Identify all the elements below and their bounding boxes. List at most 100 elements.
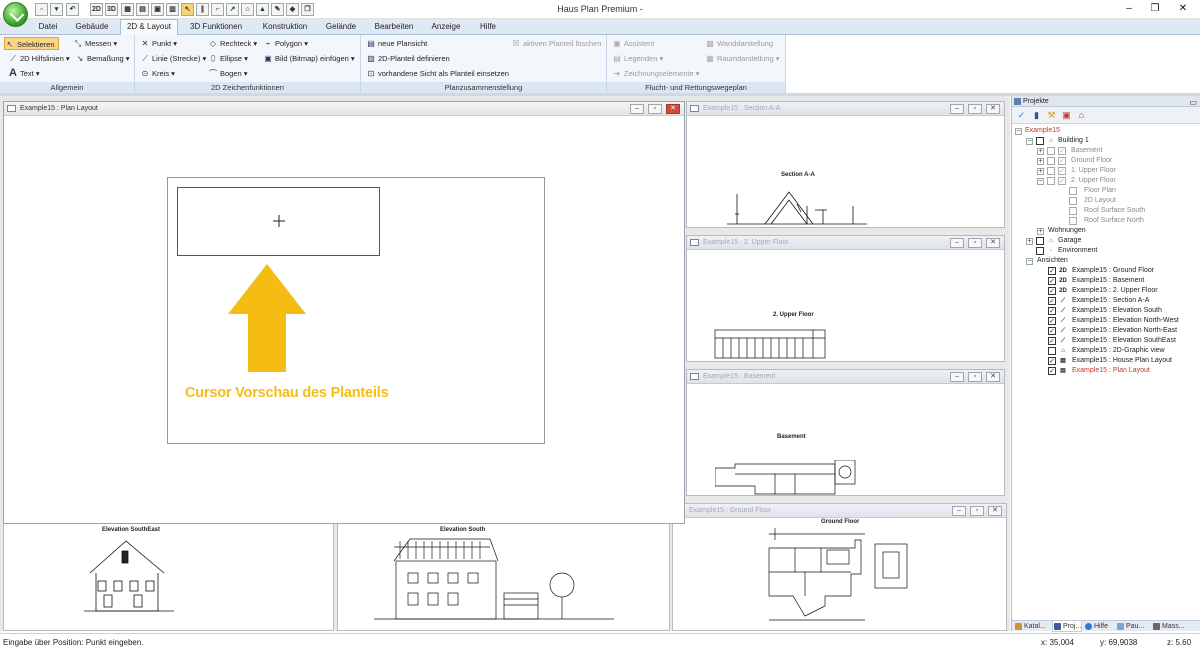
messen-button[interactable]: ⤡ Messen ▾ bbox=[73, 37, 117, 50]
checkbox[interactable]: ✓ bbox=[1048, 327, 1056, 335]
pane-minimize-icon[interactable]: – bbox=[950, 104, 964, 114]
tab-datei[interactable]: Datei bbox=[34, 20, 62, 35]
expand-icon[interactable]: + bbox=[1037, 168, 1044, 175]
pane-ground-floor[interactable]: Example15 : Ground Floor – ▫ ✕ Ground Floo… bbox=[672, 503, 1007, 631]
pane-maximize-icon[interactable]: ▫ bbox=[968, 372, 982, 382]
tree-view-item[interactable]: ⌂ Example15 : 2D-Graphic view bbox=[1048, 346, 1165, 356]
planteil-loeschen-button[interactable]: ☒ aktiven Planteil löschen bbox=[511, 37, 601, 50]
wanddarstellung-button[interactable]: ▩ Wanddarstellung bbox=[705, 37, 773, 50]
pane-upper-floor[interactable]: Example15 : 2. Upper Floor – ▫ ✕ 2. Upper … bbox=[686, 235, 1005, 362]
sicht-einsetzen-button[interactable]: ⊡ vorhandene Sicht als Planteil einsetzen bbox=[366, 67, 509, 80]
checkbox[interactable] bbox=[1069, 217, 1077, 225]
pane-minimize-icon[interactable]: – bbox=[950, 372, 964, 382]
zeichnungselemente-button[interactable]: ➜ Zeichnungselemente ▾ bbox=[612, 67, 700, 80]
legenden-button[interactable]: ▤ Legenden ▾ bbox=[612, 52, 663, 65]
pane-maximize-icon[interactable]: ▫ bbox=[968, 238, 982, 248]
pane-plan-layout[interactable]: Example15 : Plan Layout – ▫ ✕ Cursor Vorsc… bbox=[3, 101, 685, 524]
tree-item-sub[interactable]: Floor Plan bbox=[1059, 186, 1116, 196]
checkbox[interactable]: ✓ bbox=[1048, 317, 1056, 325]
pane-minimize-icon[interactable]: – bbox=[630, 104, 644, 114]
punkt-button[interactable]: ✕ Punkt ▾ bbox=[140, 37, 177, 50]
checkbox[interactable] bbox=[1036, 137, 1044, 145]
tree-item-floor[interactable]: + ✓ Basement bbox=[1037, 146, 1103, 156]
tree-view-item-active[interactable]: ✓ ▤ Example15 : Plan Layout bbox=[1048, 366, 1150, 376]
checkbox[interactable]: ✓ bbox=[1048, 267, 1056, 275]
pane-elevation-south[interactable]: Elevation South bbox=[337, 521, 670, 631]
checkbox[interactable]: ✓ bbox=[1058, 177, 1066, 185]
ellipse-button[interactable]: ⬯ Ellipse ▾ bbox=[208, 52, 247, 65]
expand-icon[interactable]: + bbox=[1037, 228, 1044, 235]
linie-button[interactable]: ⟋ Linie (Strecke) ▾ bbox=[140, 52, 206, 65]
selektieren-button[interactable]: ↖ Selektieren bbox=[4, 37, 59, 50]
expand-icon[interactable]: + bbox=[1037, 158, 1044, 165]
checkbox[interactable] bbox=[1047, 157, 1055, 165]
minimize-icon[interactable]: – bbox=[1122, 3, 1136, 15]
bild-einfuegen-button[interactable]: ▣ Bild (Bitmap) einfügen ▾ bbox=[263, 52, 354, 65]
expand-icon[interactable]: − bbox=[1037, 178, 1044, 185]
tree-item-building[interactable]: − ⌂ Building 1 bbox=[1026, 136, 1089, 146]
checkbox[interactable]: ✓ bbox=[1048, 367, 1056, 375]
hammer-icon[interactable]: ⚒ bbox=[1046, 110, 1057, 121]
checkbox[interactable] bbox=[1047, 147, 1055, 155]
close-icon[interactable]: ✕ bbox=[1176, 3, 1190, 15]
pane-minimize-icon[interactable]: – bbox=[950, 238, 964, 248]
checkbox[interactable]: ✓ bbox=[1048, 297, 1056, 305]
tree-item-sub[interactable]: Roof Surface North bbox=[1059, 216, 1144, 226]
tree-item-ansichten[interactable]: − Ansichten bbox=[1026, 256, 1068, 266]
tree-item-floor[interactable]: + ✓ 1. Upper Floor bbox=[1037, 166, 1116, 176]
assistent-button[interactable]: ▣ Assistent bbox=[612, 37, 654, 50]
checkbox[interactable] bbox=[1069, 187, 1077, 195]
checkbox[interactable] bbox=[1069, 197, 1077, 205]
checkbox[interactable]: ✓ bbox=[1058, 157, 1066, 165]
pane-maximize-icon[interactable]: ▫ bbox=[968, 104, 982, 114]
tab-konstruktion[interactable]: Konstruktion bbox=[256, 20, 314, 35]
house-icon[interactable]: ⌂ bbox=[1076, 110, 1087, 121]
tree-item-root[interactable]: − Example15 bbox=[1015, 126, 1060, 136]
tree-view-item[interactable]: ✓ 2D Example15 : Ground Floor bbox=[1048, 266, 1154, 276]
tab-2d-layout[interactable]: 2D & Layout bbox=[120, 19, 178, 36]
planteil-definieren-button[interactable]: ▧ 2D-Planteil definieren bbox=[366, 52, 450, 65]
tree-view-item[interactable]: ✓ ⟋ Example15 : Section A-A bbox=[1048, 296, 1149, 306]
bemassung-button[interactable]: ↘ Bemaßung ▾ bbox=[75, 52, 130, 65]
hilfslinien-button[interactable]: ⟋ 2D Hilfslinien ▾ bbox=[8, 52, 69, 65]
kreis-button[interactable]: ⊙ Kreis ▾ bbox=[140, 67, 175, 80]
checkbox[interactable] bbox=[1036, 247, 1044, 255]
tab-gelaende[interactable]: Gelände bbox=[322, 20, 360, 35]
application-menu-button[interactable] bbox=[3, 2, 28, 27]
text-button[interactable]: A Text ▾ bbox=[8, 67, 40, 80]
neue-plansicht-button[interactable]: ▤ neue Plansicht bbox=[366, 37, 427, 50]
check-icon[interactable]: ✓ bbox=[1016, 110, 1027, 121]
tab-projekte[interactable]: Proj... bbox=[1052, 621, 1083, 632]
checkbox[interactable]: ✓ bbox=[1048, 357, 1056, 365]
pane-basement[interactable]: Example15 : Basement – ▫ ✕ Basement bbox=[686, 369, 1005, 496]
checkbox[interactable]: ✓ bbox=[1048, 287, 1056, 295]
pane-maximize-icon[interactable]: ▫ bbox=[648, 104, 662, 114]
pane-close-icon[interactable]: ✕ bbox=[666, 104, 680, 114]
tab-katalog[interactable]: Katal... bbox=[1014, 621, 1046, 632]
pane-close-icon[interactable]: ✕ bbox=[986, 238, 1000, 248]
checkbox[interactable] bbox=[1036, 237, 1044, 245]
tab-anzeige[interactable]: Anzeige bbox=[428, 20, 464, 35]
pane-elevation-southeast[interactable]: Elevation SouthEast bbox=[3, 521, 334, 631]
tree-view-item[interactable]: ✓ ▤ Example15 : House Plan Layout bbox=[1048, 356, 1172, 366]
tree-view-item[interactable]: ✓ 2D Example15 : Basement bbox=[1048, 276, 1144, 286]
tree-view-item[interactable]: ✓ ⟋ Example15 : Elevation North-West bbox=[1048, 316, 1179, 326]
tree-item-environment[interactable]: ▫ Environment bbox=[1026, 246, 1097, 256]
pane-close-icon[interactable]: ✕ bbox=[986, 372, 1000, 382]
raumdarstellung-button[interactable]: ▦ Raumdarstellung ▾ bbox=[705, 52, 779, 65]
pane-close-icon[interactable]: ✕ bbox=[986, 104, 1000, 114]
checkbox[interactable] bbox=[1048, 347, 1056, 355]
expand-icon[interactable]: + bbox=[1037, 148, 1044, 155]
tab-pause[interactable]: Pau... bbox=[1116, 621, 1144, 632]
maximize-icon[interactable]: ❐ bbox=[1148, 3, 1162, 15]
delete-icon[interactable]: ▣ bbox=[1061, 110, 1072, 121]
checkbox[interactable]: ✓ bbox=[1048, 337, 1056, 345]
tree-item-wohnungen[interactable]: + Wohnungen bbox=[1037, 226, 1086, 236]
pane-section-a-a[interactable]: Example15 : Section A-A – ▫ ✕ Section A-A bbox=[686, 101, 1005, 228]
pane-minimize-icon[interactable]: – bbox=[952, 506, 966, 516]
tree-view-item[interactable]: ✓ ⟋ Example15 : Elevation SouthEast bbox=[1048, 336, 1176, 346]
tree-view-item[interactable]: ✓ ⟋ Example15 : Elevation South bbox=[1048, 306, 1162, 316]
tree-item-sub[interactable]: Roof Surface South bbox=[1059, 206, 1145, 216]
tab-hilfe[interactable]: Hilfe bbox=[474, 20, 502, 35]
rechteck-button[interactable]: ◇ Rechteck ▾ bbox=[208, 37, 257, 50]
